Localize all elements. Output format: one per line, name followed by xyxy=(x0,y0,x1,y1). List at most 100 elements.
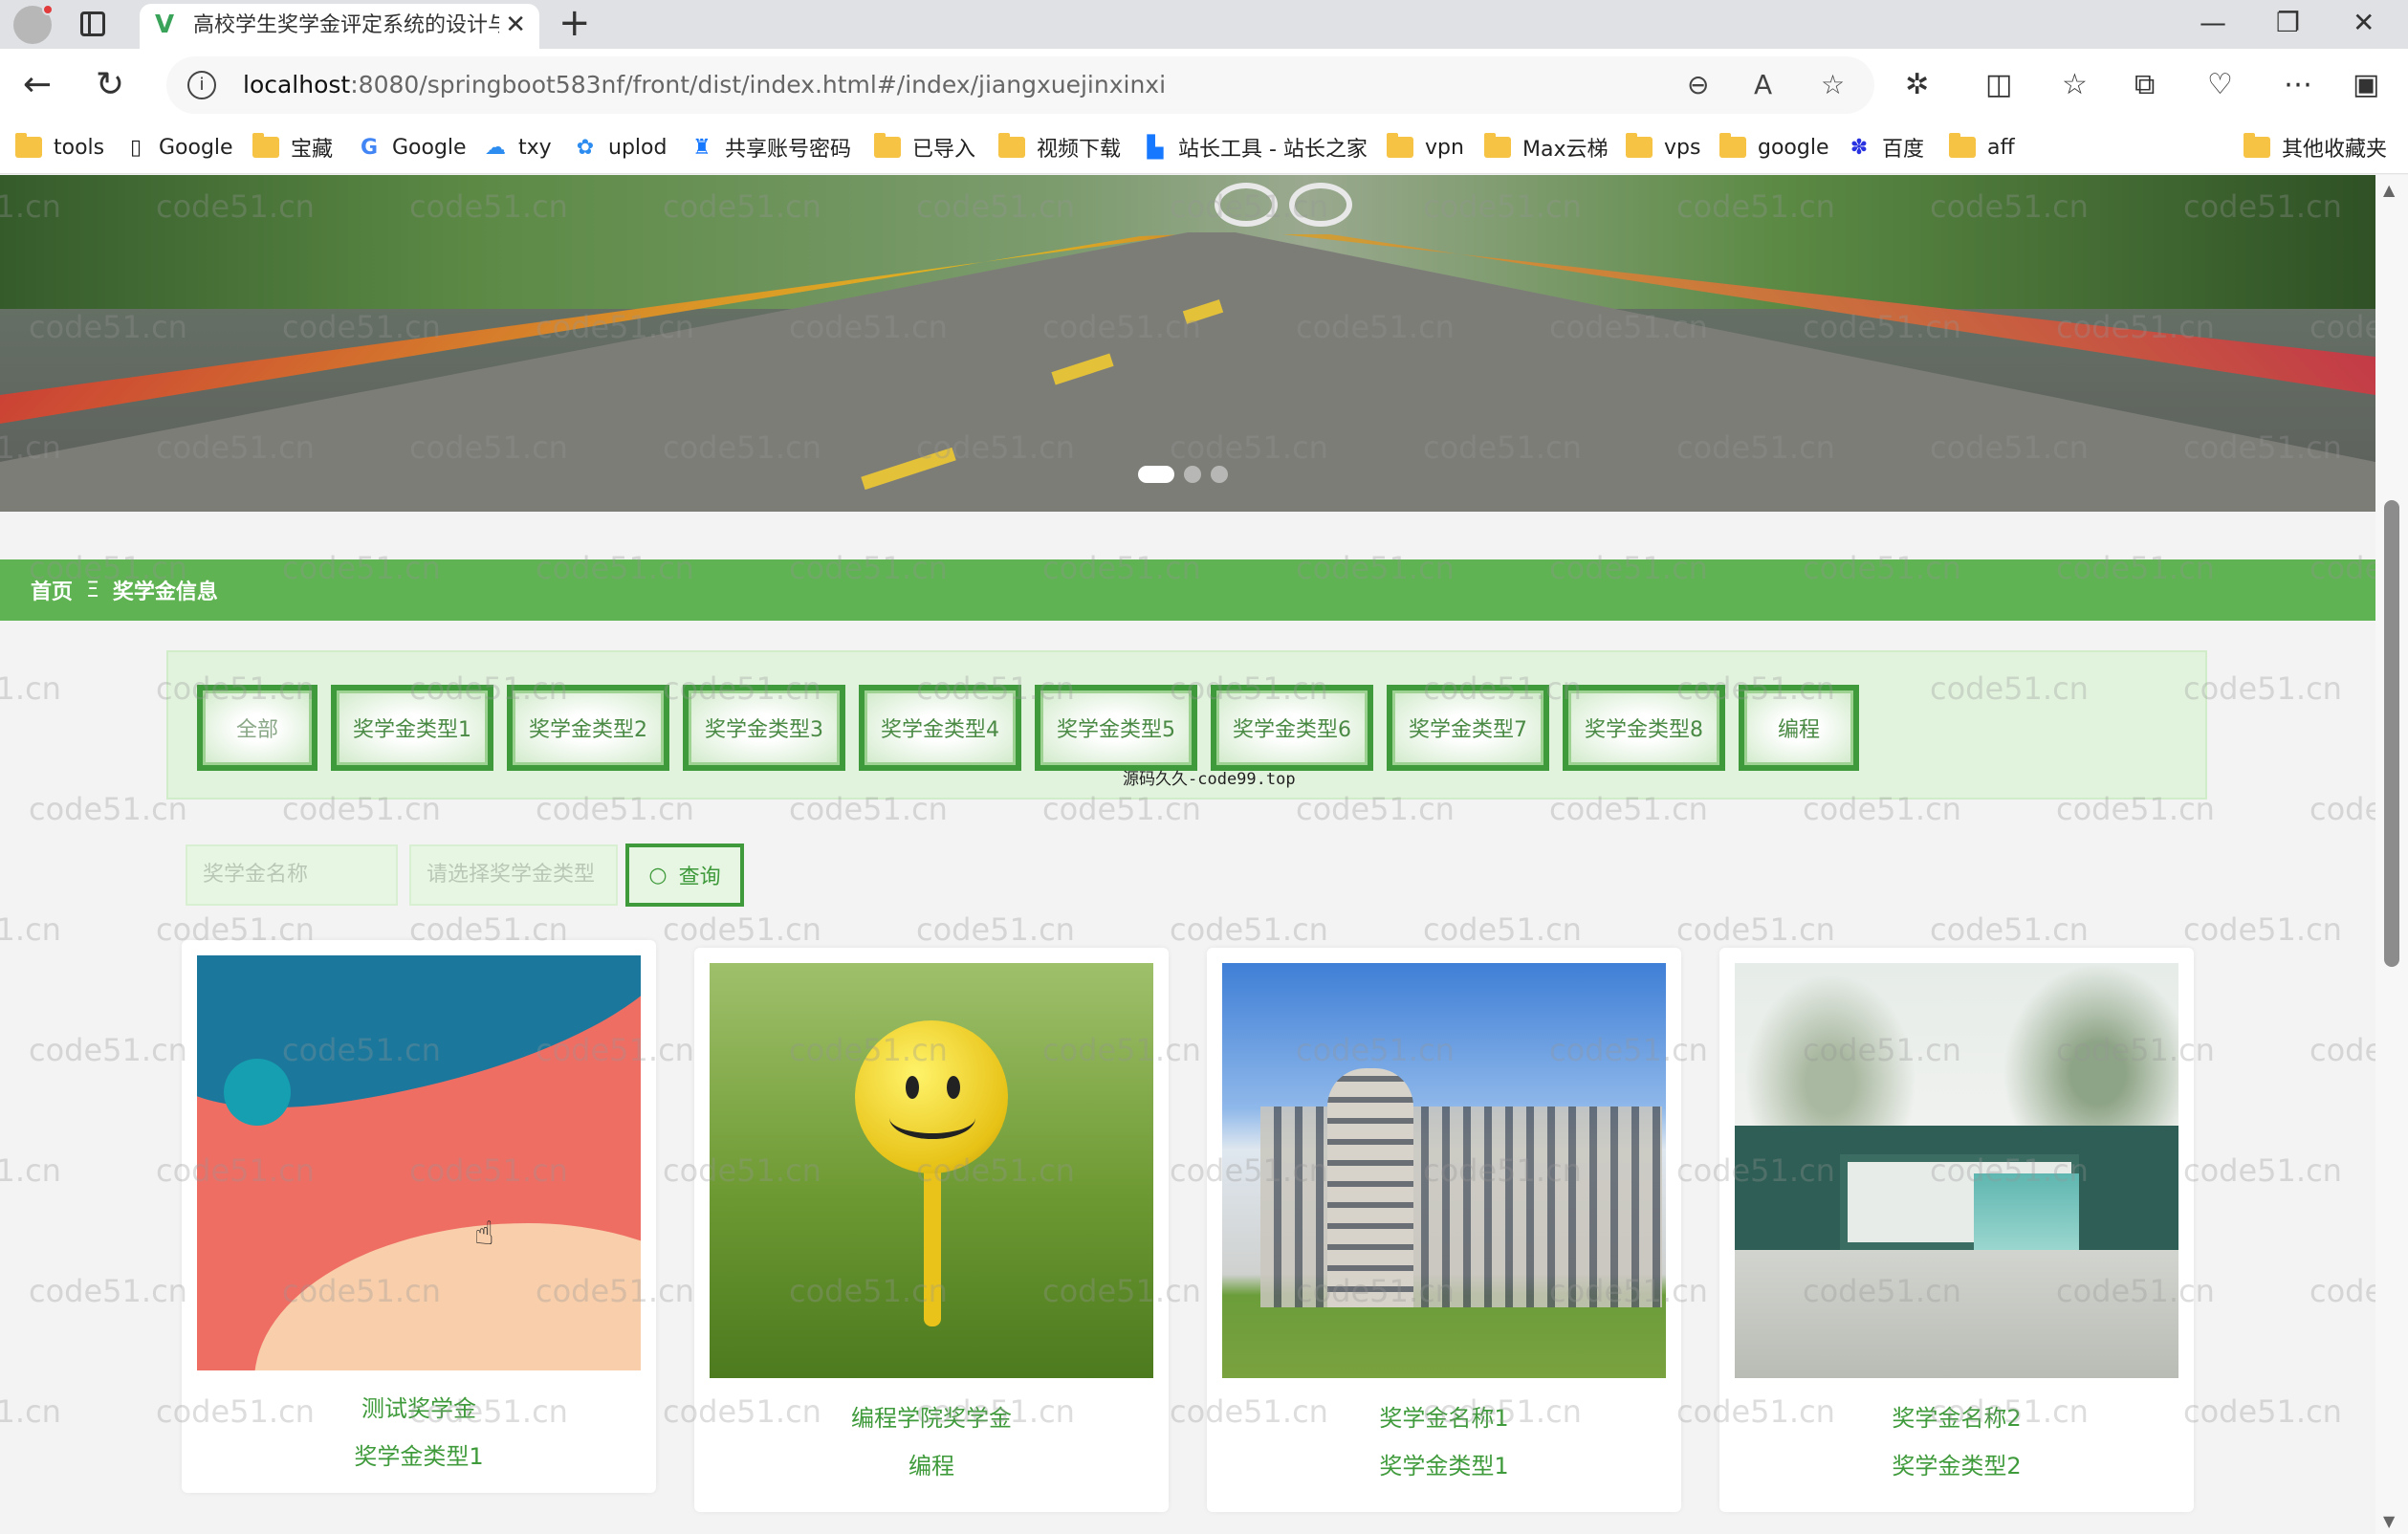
search-button-label: 查询 xyxy=(678,866,721,889)
banner-carousel[interactable] xyxy=(0,175,2375,512)
folder-icon xyxy=(252,133,279,158)
card-image-golf-ball xyxy=(710,963,1153,1378)
card-name[interactable]: 编程学院奖学金 xyxy=(694,1399,1169,1433)
bookmark-baozang[interactable]: 宝藏 xyxy=(252,132,333,163)
url-text[interactable]: localhost:8080/springboot583nf/front/dis… xyxy=(243,70,1166,100)
page-icon: ▯ xyxy=(129,135,142,160)
search-icon: ○ xyxy=(648,863,668,888)
folder-icon xyxy=(1626,133,1653,158)
card-name[interactable]: 奖学金名称1 xyxy=(1207,1399,1681,1433)
google-icon: G xyxy=(360,135,379,160)
scholarship-name-input[interactable]: 奖学金名称 xyxy=(186,844,398,906)
bookmark-txy[interactable]: ☁ txy xyxy=(482,132,552,163)
browser-essentials-icon[interactable]: ♡ xyxy=(2207,66,2233,104)
carousel-dot-3[interactable] xyxy=(1211,466,1228,483)
watermark-text: code51.cn xyxy=(0,670,61,707)
bookmark-vpn[interactable]: vpn xyxy=(1387,132,1464,163)
scroll-up-icon[interactable]: ▲ xyxy=(2383,181,2395,199)
category-type5-button[interactable]: 奖学金类型5 xyxy=(1035,685,1197,771)
carousel-indicators xyxy=(1138,466,1228,483)
category-type4-button[interactable]: 奖学金类型4 xyxy=(859,685,1021,771)
bookmark-uplod[interactable]: ✿ uplod xyxy=(572,132,668,163)
scholarship-card[interactable]: 编程学院奖学金 编程 xyxy=(694,948,1169,1512)
scholarship-card[interactable]: 测试奖学金 奖学金类型1 xyxy=(182,940,656,1493)
collections-icon[interactable]: ⧉ xyxy=(2134,66,2155,104)
split-screen-icon[interactable]: ◫ xyxy=(1985,66,2012,104)
watermark-text: code51.cn xyxy=(29,791,187,827)
scholarship-card[interactable]: 奖学金名称1 奖学金类型1 xyxy=(1207,948,1681,1512)
folder-icon xyxy=(998,133,1025,158)
bookmark-chinaz[interactable]: ▙ 站长工具 - 站长之家 xyxy=(1142,132,1368,163)
source-tip-text: 源码久久-code99.top xyxy=(1123,770,1296,789)
active-tab[interactable]: V 高校学生奖学金评定系统的设计与 ✕ xyxy=(140,4,539,49)
category-type7-button[interactable]: 奖学金类型7 xyxy=(1387,685,1549,771)
bookmark-shared-accounts[interactable]: ♜ 共享账号密码 xyxy=(689,132,851,163)
watermark-text: code51.cn xyxy=(0,1152,61,1189)
bookmark-aff[interactable]: aff xyxy=(1949,132,2015,163)
carousel-dot-2[interactable] xyxy=(1184,466,1201,483)
favorite-star-icon[interactable]: ☆ xyxy=(1821,70,1845,100)
back-icon[interactable]: ← xyxy=(23,66,52,104)
page-scrollbar[interactable]: ▲ ▼ xyxy=(2375,175,2408,1534)
watermark-text: code51.cn xyxy=(2309,791,2375,827)
tab-title: 高校学生奖学金评定系统的设计与 xyxy=(193,13,499,37)
watermark-text: code51.cn xyxy=(2183,1152,2342,1189)
bookmark-google-folder[interactable]: google xyxy=(1719,132,1829,163)
bookmark-baidu[interactable]: ✽ 百度 xyxy=(1846,132,1924,163)
watermark-text: code51.cn xyxy=(0,1393,61,1430)
folder-icon xyxy=(1949,133,1976,158)
bookmark-imported[interactable]: 已导入 xyxy=(874,132,975,163)
card-type: 奖学金类型1 xyxy=(1379,1453,1509,1479)
vue-favicon-icon: V xyxy=(155,11,175,39)
watermark-text: code51.cn xyxy=(1676,911,1835,948)
category-type8-button[interactable]: 奖学金类型8 xyxy=(1563,685,1725,771)
banner-rings-sculpture xyxy=(1215,183,1358,230)
scholarship-type-select[interactable]: 请选择奖学金类型 xyxy=(409,844,618,906)
profile-avatar[interactable] xyxy=(13,4,54,44)
scroll-down-icon[interactable]: ▼ xyxy=(2383,1512,2395,1530)
favorites-icon[interactable]: ☆ xyxy=(2062,66,2088,104)
read-aloud-icon[interactable]: A xyxy=(1754,70,1772,100)
bookmark-google-page[interactable]: ▯ Google xyxy=(122,132,233,163)
close-tab-icon[interactable]: ✕ xyxy=(505,11,526,38)
address-bar[interactable]: i localhost:8080/springboot583nf/front/d… xyxy=(166,56,1874,114)
carousel-dot-1[interactable] xyxy=(1138,466,1174,483)
zoom-icon[interactable]: ⊖ xyxy=(1687,70,1709,100)
extensions-icon[interactable]: ✲ xyxy=(1905,66,1929,104)
folder-icon xyxy=(1719,133,1746,158)
category-type2-button[interactable]: 奖学金类型2 xyxy=(507,685,669,771)
bookmark-other-favorites[interactable]: 其他收藏夹 xyxy=(2244,132,2387,163)
watermark-text: code51.cn xyxy=(2309,1032,2375,1068)
watermark-text: code51.cn xyxy=(1930,911,2089,948)
folder-icon xyxy=(874,133,901,158)
card-name[interactable]: 测试奖学金 xyxy=(182,1390,656,1423)
browser-tab-strip: V 高校学生奖学金评定系统的设计与 ✕ + — ❐ ✕ xyxy=(0,0,2408,49)
card-name[interactable]: 奖学金名称2 xyxy=(1719,1399,2194,1433)
category-type6-button[interactable]: 奖学金类型6 xyxy=(1211,685,1373,771)
scholarship-card[interactable]: 奖学金名称2 奖学金类型2 xyxy=(1719,948,2194,1512)
category-type1-button[interactable]: 奖学金类型1 xyxy=(331,685,493,771)
site-info-icon[interactable]: i xyxy=(187,71,216,99)
category-programming-button[interactable]: 编程 xyxy=(1739,685,1859,771)
reload-icon[interactable]: ↻ xyxy=(96,66,124,104)
share-icon: ♜ xyxy=(692,135,711,160)
restore-icon[interactable]: ❐ xyxy=(2276,6,2300,40)
bookmark-google[interactable]: G Google xyxy=(356,132,467,163)
upload-icon: ✿ xyxy=(576,135,595,160)
minimize-icon[interactable]: — xyxy=(2200,6,2226,40)
folder-icon xyxy=(1484,133,1511,158)
close-window-icon[interactable]: ✕ xyxy=(2353,6,2375,40)
bookmark-video-download[interactable]: 视频下载 xyxy=(998,132,1121,163)
new-tab-button[interactable]: + xyxy=(558,2,591,44)
scrollbar-thumb[interactable] xyxy=(2384,500,2399,967)
sidebar-toggle-icon[interactable]: ▣ xyxy=(2353,66,2379,104)
category-type3-button[interactable]: 奖学金类型3 xyxy=(683,685,845,771)
bookmark-vps[interactable]: vps xyxy=(1626,132,1700,163)
search-button[interactable]: ○ 查询 xyxy=(625,844,744,907)
bookmark-tools[interactable]: tools xyxy=(15,132,104,163)
breadcrumb-home[interactable]: 首页 xyxy=(31,575,73,605)
category-all-button[interactable]: 全部 xyxy=(197,685,317,771)
bookmark-max-ladder[interactable]: Max云梯 xyxy=(1484,132,1608,163)
more-menu-icon[interactable]: ⋯ xyxy=(2284,66,2312,104)
tab-actions-icon[interactable] xyxy=(80,11,105,36)
